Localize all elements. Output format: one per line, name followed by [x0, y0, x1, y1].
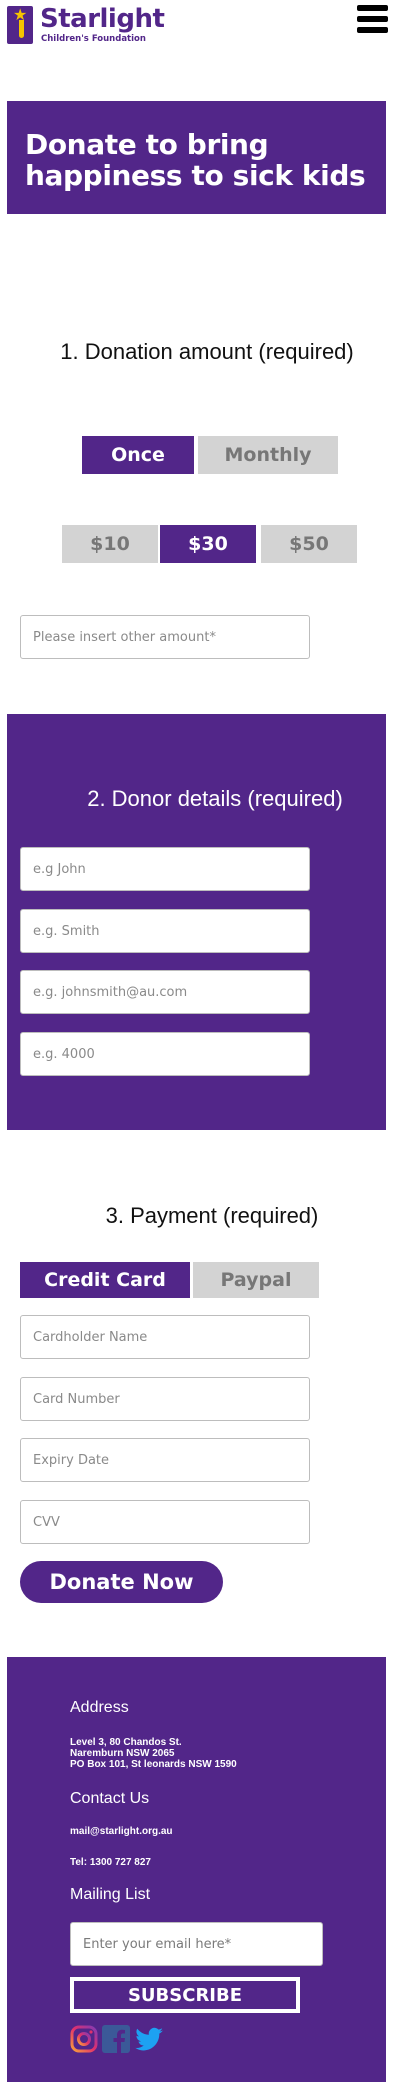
menu-bar: [357, 27, 388, 33]
logo[interactable]: ★ Starlight Children's Foundation: [7, 4, 165, 46]
cvv-input[interactable]: [20, 1500, 310, 1544]
amount-30-button[interactable]: $30: [160, 525, 256, 563]
menu-bar: [357, 5, 388, 11]
contact-phone[interactable]: Tel: 1300 727 827: [70, 1857, 151, 1868]
logo-mark-icon: ★: [7, 6, 33, 44]
address-text: Level 3, 80 Chandos St. Naremburn NSW 20…: [70, 1737, 237, 1770]
amount-50-button[interactable]: $50: [261, 525, 357, 563]
logo-name: Starlight: [40, 4, 165, 34]
card-number-input[interactable]: [20, 1377, 310, 1421]
donation-amount-title: 1. Donation amount (required): [60, 339, 354, 364]
logo-subtitle: Children's Foundation: [41, 34, 146, 44]
payment-title: 3. Payment (required): [105, 1203, 319, 1228]
expiry-date-input[interactable]: [20, 1438, 310, 1482]
mailing-list-heading: Mailing List: [70, 1886, 151, 1903]
mailing-email-input[interactable]: [70, 1922, 323, 1966]
first-name-input[interactable]: [20, 847, 310, 891]
frequency-monthly-button[interactable]: Monthly: [198, 436, 338, 474]
facebook-icon[interactable]: [102, 2025, 130, 2053]
contact-heading: Contact Us: [70, 1790, 150, 1807]
subscribe-button[interactable]: SUBSCRIBE: [70, 1977, 300, 2013]
paypal-tab[interactable]: Paypal: [193, 1262, 319, 1298]
frequency-once-button[interactable]: Once: [82, 436, 194, 474]
credit-card-tab[interactable]: Credit Card: [20, 1262, 190, 1298]
postcode-input[interactable]: [20, 1032, 310, 1076]
last-name-input[interactable]: [20, 909, 310, 953]
email-input[interactable]: [20, 970, 310, 1014]
address-heading: Address: [70, 1699, 129, 1716]
hamburger-menu-icon[interactable]: [357, 5, 388, 37]
logo-stem: [19, 20, 24, 38]
donate-now-button[interactable]: Donate Now: [20, 1561, 223, 1603]
twitter-icon[interactable]: [134, 2025, 164, 2053]
instagram-icon[interactable]: [70, 2025, 98, 2053]
footer: Address Level 3, 80 Chandos St. Narembur…: [7, 1657, 386, 2082]
contact-email-link[interactable]: mail@starlight.org.au: [70, 1826, 173, 1837]
menu-bar: [357, 16, 388, 22]
hero-banner: Donate to bring happiness to sick kids: [7, 101, 386, 214]
donor-details-title: 2. Donor details (required): [87, 786, 343, 811]
hero-title: Donate to bring happiness to sick kids: [25, 128, 366, 192]
other-amount-input[interactable]: [20, 615, 310, 659]
amount-10-button[interactable]: $10: [62, 525, 158, 563]
cardholder-name-input[interactable]: [20, 1315, 310, 1359]
